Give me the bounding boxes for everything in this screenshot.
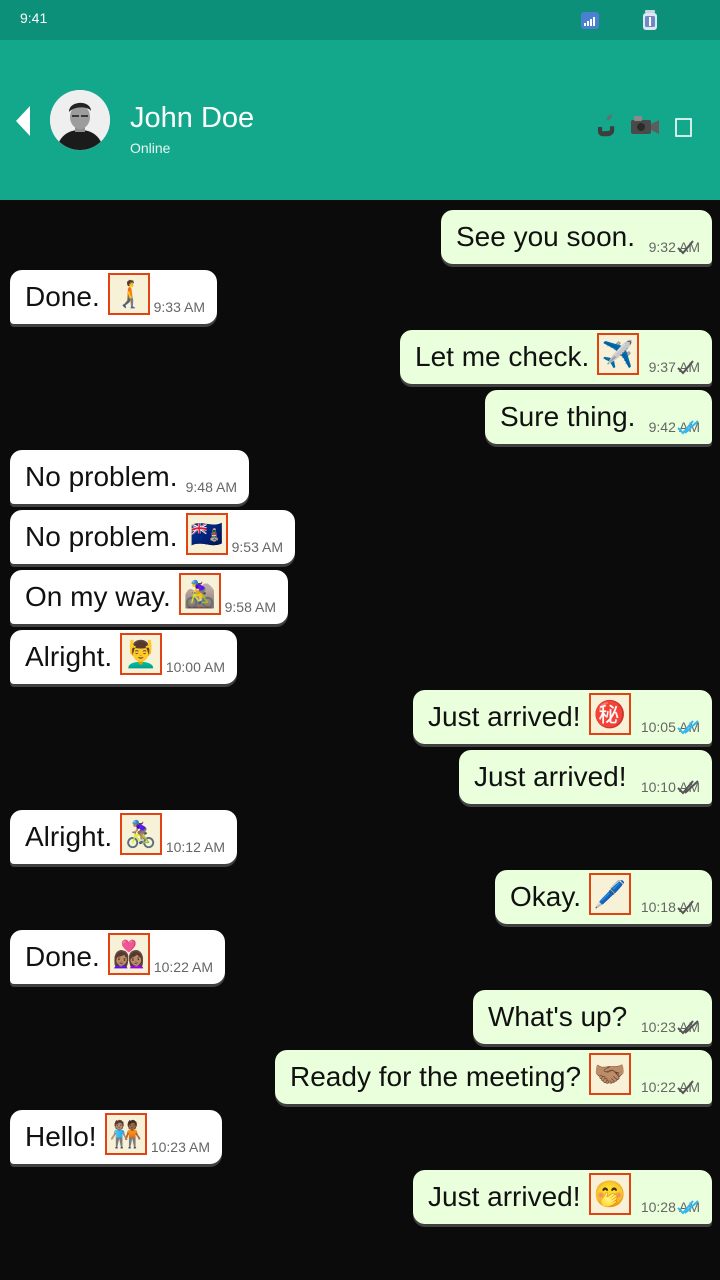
message-text: Sure thing. xyxy=(500,401,636,432)
single-check-icon xyxy=(677,900,694,915)
message-text: What's up? xyxy=(488,1001,628,1032)
emoji-icon: ✈️ xyxy=(597,333,639,375)
single-check-icon xyxy=(677,240,694,255)
message-text: Just arrived! xyxy=(474,761,627,792)
status-bar: 9:41 xyxy=(0,0,720,40)
contact-name: John Doe xyxy=(130,102,255,134)
message-time: 10:22 AM xyxy=(153,959,213,975)
incoming-message[interactable]: Hello! 🧑🏽‍🤝‍🧑🏾 10:23 AM xyxy=(10,1110,222,1164)
outgoing-message[interactable]: What's up? 10:23 AM xyxy=(473,990,712,1044)
message-time: 10:23 AM xyxy=(150,1139,210,1155)
message-time: 9:33 AM xyxy=(153,299,205,315)
chat-header: John Doe Online xyxy=(0,40,720,200)
double-check-icon xyxy=(677,1200,699,1215)
message-text: Hello! xyxy=(25,1121,97,1152)
incoming-message[interactable]: No problem. 9:48 AM xyxy=(10,450,249,504)
avatar[interactable] xyxy=(50,90,110,150)
message-text: Done. xyxy=(25,281,100,312)
emoji-icon: 🚴🏽‍♀️ xyxy=(120,813,162,855)
incoming-message[interactable]: On my way. 🚵‍♀️ 9:58 AM xyxy=(10,570,288,624)
message-time: 9:48 AM xyxy=(185,479,237,495)
message-text: No problem. xyxy=(25,521,178,552)
signal-icon xyxy=(581,12,599,29)
battery-icon xyxy=(643,10,657,30)
message-text: Alright. xyxy=(25,821,113,852)
single-check-icon xyxy=(677,1080,694,1095)
double-check-icon xyxy=(677,720,699,735)
outgoing-message[interactable]: Just arrived! 10:10 AM xyxy=(459,750,712,804)
person-photo-icon xyxy=(50,90,110,150)
message-text: See you soon. xyxy=(456,221,636,252)
outgoing-message[interactable]: See you soon. 9:32 AM xyxy=(441,210,712,264)
outgoing-message[interactable]: Just arrived! ㊙️ 10:05 AM xyxy=(413,690,712,744)
emoji-icon: 🤭 xyxy=(589,1173,631,1215)
emoji-icon: 🚶‍➡️ xyxy=(108,273,150,315)
status-time: 9:41 xyxy=(20,10,48,26)
single-check-icon xyxy=(677,360,694,375)
message-text: Let me check. xyxy=(415,341,590,372)
message-time: 10:00 AM xyxy=(165,659,225,675)
outgoing-message[interactable]: Let me check. ✈️ 9:37 AM xyxy=(400,330,712,384)
call-icon[interactable] xyxy=(588,110,622,144)
emoji-icon: 🖊️ xyxy=(589,873,631,915)
message-text: Alright. xyxy=(25,641,113,672)
video-icon[interactable] xyxy=(628,110,662,144)
incoming-message[interactable]: Done. 👩🏽‍❤️‍👩🏽 10:22 AM xyxy=(10,930,225,984)
message-text: On my way. xyxy=(25,581,171,612)
outgoing-message[interactable]: Okay. 🖊️ 10:18 AM xyxy=(495,870,712,924)
message-text: No problem. xyxy=(25,461,178,492)
emoji-icon: 🇰🇾 xyxy=(186,513,228,555)
incoming-message[interactable]: No problem. 🇰🇾 9:53 AM xyxy=(10,510,295,564)
message-time: 9:53 AM xyxy=(231,539,283,555)
message-time: 10:12 AM xyxy=(165,839,225,855)
emoji-icon: 🤝🏽 xyxy=(589,1053,631,1095)
double-check-icon xyxy=(677,1020,699,1035)
incoming-message[interactable]: Alright. 🚴🏽‍♀️ 10:12 AM xyxy=(10,810,237,864)
menu-icon[interactable] xyxy=(668,110,702,144)
message-text: Just arrived! xyxy=(428,1181,581,1212)
back-icon[interactable] xyxy=(12,104,36,138)
double-check-icon xyxy=(677,780,699,795)
message-time: 9:58 AM xyxy=(224,599,276,615)
outgoing-message[interactable]: Ready for the meeting? 🤝🏽 10:22 AM xyxy=(275,1050,712,1104)
emoji-icon: 🧑🏽‍🤝‍🧑🏾 xyxy=(105,1113,147,1155)
emoji-icon: 👩🏽‍❤️‍👩🏽 xyxy=(108,933,150,975)
outgoing-message[interactable]: Sure thing. 9:42 AM xyxy=(485,390,712,444)
emoji-icon: ㊙️ xyxy=(589,693,631,735)
double-check-icon xyxy=(677,420,699,435)
contact-status: Online xyxy=(130,140,171,156)
chat-area[interactable]: See you soon. 9:32 AM Done. 🚶‍➡️ 9:33 AM Let … xyxy=(0,200,720,1280)
emoji-icon: 💆‍♂️ xyxy=(120,633,162,675)
incoming-message[interactable]: Done. 🚶‍➡️ 9:33 AM xyxy=(10,270,217,324)
message-text: Done. xyxy=(25,941,100,972)
outgoing-message[interactable]: Just arrived! 🤭 10:28 AM xyxy=(413,1170,712,1224)
message-text: Ready for the meeting? xyxy=(290,1061,582,1092)
emoji-icon: 🚵‍♀️ xyxy=(179,573,221,615)
message-text: Just arrived! xyxy=(428,701,581,732)
message-text: Okay. xyxy=(510,881,582,912)
incoming-message[interactable]: Alright. 💆‍♂️ 10:00 AM xyxy=(10,630,237,684)
